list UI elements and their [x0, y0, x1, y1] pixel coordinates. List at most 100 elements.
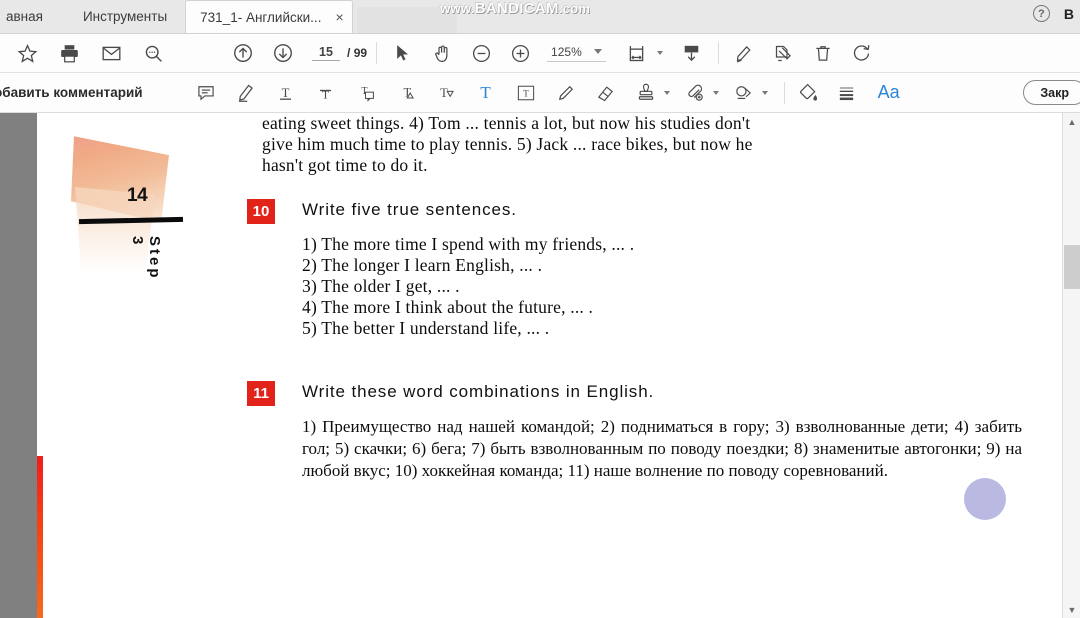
bandicam-watermark: www.BANDICAM.com — [440, 0, 590, 18]
tab-tools[interactable]: Инструменты — [60, 0, 186, 33]
fit-page-icon[interactable] — [620, 38, 654, 68]
text-tool-icon[interactable]: T — [471, 78, 501, 108]
chevron-down-icon — [663, 90, 670, 95]
font-style-icon[interactable]: Aa — [874, 78, 904, 108]
attachment-dropdown[interactable] — [680, 78, 719, 108]
toolbar-file-group — [10, 38, 170, 68]
exercise-10-items: 1) The more time I spend with my friends… — [302, 234, 634, 339]
stamp-icon[interactable] — [631, 78, 661, 108]
page-up-icon[interactable] — [226, 38, 260, 68]
underline-text-icon[interactable]: T — [271, 78, 301, 108]
eraser-icon[interactable] — [591, 78, 621, 108]
zoom-level-value: 125% — [551, 44, 582, 59]
page-down-icon[interactable] — [266, 38, 300, 68]
list-item: 2) The longer I learn English, ... . — [302, 255, 543, 275]
svg-text:T: T — [282, 85, 290, 99]
watermark-suffix: .com — [558, 1, 591, 16]
sticky-note-icon[interactable] — [191, 78, 221, 108]
fill-color-icon[interactable] — [794, 78, 824, 108]
tab-bar-right-controls: ? В — [1032, 0, 1080, 33]
zoom-in-icon[interactable] — [503, 38, 537, 68]
top-paragraph-line: eating sweet things. 4) Tom ... tennis a… — [262, 113, 751, 133]
svg-text:T: T — [361, 85, 367, 96]
stamp-dropdown[interactable] — [631, 78, 670, 108]
strikethrough-text-icon[interactable]: T — [311, 78, 341, 108]
search-icon[interactable] — [136, 38, 170, 68]
page-number-input[interactable]: 15 — [312, 45, 340, 61]
watermark-prefix: www. — [440, 1, 475, 16]
watermark-brand: BANDICAM — [474, 0, 559, 17]
chevron-down-icon — [761, 90, 768, 95]
shapes-icon[interactable] — [729, 78, 759, 108]
text-insert-icon[interactable]: T — [391, 78, 421, 108]
account-letter-label[interactable]: В — [1064, 6, 1074, 22]
sign-icon[interactable] — [728, 38, 762, 68]
download-icon[interactable] — [675, 38, 709, 68]
page-number-label: 14 — [127, 185, 148, 206]
add-comment-label: обавить комментарий — [0, 85, 143, 100]
toolbar-divider — [783, 81, 785, 104]
line-style-icon[interactable] — [832, 78, 862, 108]
text-comment-icon[interactable]: T — [351, 78, 381, 108]
purple-circle-annotation[interactable] — [964, 478, 1006, 520]
main-toolbar: 15 / 99 125% — [0, 34, 1080, 73]
delete-icon[interactable] — [806, 38, 840, 68]
svg-text:T: T — [440, 86, 448, 100]
tab-home[interactable]: авная — [0, 0, 61, 33]
stamp-doc-icon[interactable] — [767, 38, 801, 68]
rotate-icon[interactable] — [845, 38, 879, 68]
chevron-down-icon — [656, 51, 663, 55]
list-item: 3) The older I get, ... . — [302, 276, 460, 296]
svg-text:T: T — [523, 89, 529, 99]
chevron-down-icon — [712, 90, 719, 95]
corner-step-label: Step 3 — [129, 236, 163, 281]
email-icon[interactable] — [94, 38, 128, 68]
document-viewport[interactable]: 14 Step 3 eating sweet things. 4) Tom ..… — [0, 113, 1080, 618]
chevron-down-icon — [593, 49, 602, 54]
fit-page-dropdown[interactable] — [620, 38, 663, 68]
star-icon[interactable] — [10, 38, 44, 68]
list-item: 1) The more time I spend with my friends… — [302, 234, 635, 254]
help-icon[interactable]: ? — [1032, 5, 1050, 22]
tab-home-label: авная — [6, 9, 43, 24]
zoom-out-icon[interactable] — [464, 38, 498, 68]
scrollbar-thumb[interactable] — [1064, 245, 1080, 289]
toolbar-view-group — [386, 38, 537, 68]
exercise-11-number: 11 — [247, 381, 275, 406]
close-button-label: Закр — [1040, 85, 1069, 100]
top-paragraph: eating sweet things. 4) Tom ... tennis a… — [262, 113, 1007, 176]
comment-tools-group: T T T T T T T — [191, 78, 768, 108]
font-style-glyph: Aa — [877, 82, 900, 102]
close-tab-icon[interactable]: × — [335, 10, 343, 24]
text-replace-icon[interactable]: T — [431, 78, 461, 108]
hand-tool-icon[interactable] — [425, 38, 459, 68]
exercise-10-title: Write five true sentences. — [302, 200, 517, 219]
page-indicator: 15 / 99 — [312, 45, 367, 61]
text-tool-glyph: T — [480, 82, 491, 102]
page-total-label: / 99 — [347, 46, 368, 60]
exercise-11-title: Write these word combinations in English… — [302, 382, 655, 401]
top-paragraph-line: hasn't got time to do it. — [262, 155, 428, 175]
shapes-dropdown[interactable] — [729, 78, 768, 108]
attachment-icon[interactable] — [680, 78, 710, 108]
toolbar-divider — [717, 42, 719, 64]
pencil-icon[interactable] — [551, 78, 581, 108]
tab-document[interactable]: 731_1- Английски... × — [185, 0, 353, 33]
zoom-level-dropdown[interactable]: 125% — [547, 45, 606, 62]
pdf-reader-window: авная Инструменты 731_1- Английски... × … — [0, 0, 1080, 618]
scroll-down-arrow-icon[interactable]: ▼ — [1063, 601, 1080, 618]
close-comment-toolbar-button[interactable]: Закр — [1023, 80, 1080, 105]
highlighter-icon[interactable] — [231, 78, 261, 108]
select-cursor-icon[interactable] — [386, 38, 420, 68]
corner-rule-line — [78, 216, 184, 225]
scroll-up-arrow-icon[interactable]: ▲ — [1063, 113, 1080, 130]
vertical-scrollbar[interactable]: ▲ ▼ — [1062, 113, 1080, 618]
exercise-11-text: 1) Преимущество над нашей командой; 2) п… — [302, 417, 1022, 480]
svg-text:T: T — [322, 87, 330, 101]
print-icon[interactable] — [52, 38, 86, 68]
textbox-tool-icon[interactable]: T — [511, 78, 541, 108]
comment-toolbar: обавить комментарий T T T T T T T Aa Зак… — [0, 73, 1080, 113]
page-edge-red-bar — [37, 456, 43, 618]
pdf-page: 14 Step 3 eating sweet things. 4) Tom ..… — [37, 113, 1062, 618]
exercise-11-body: 1) Преимущество над нашей командой; 2) п… — [302, 416, 1022, 482]
